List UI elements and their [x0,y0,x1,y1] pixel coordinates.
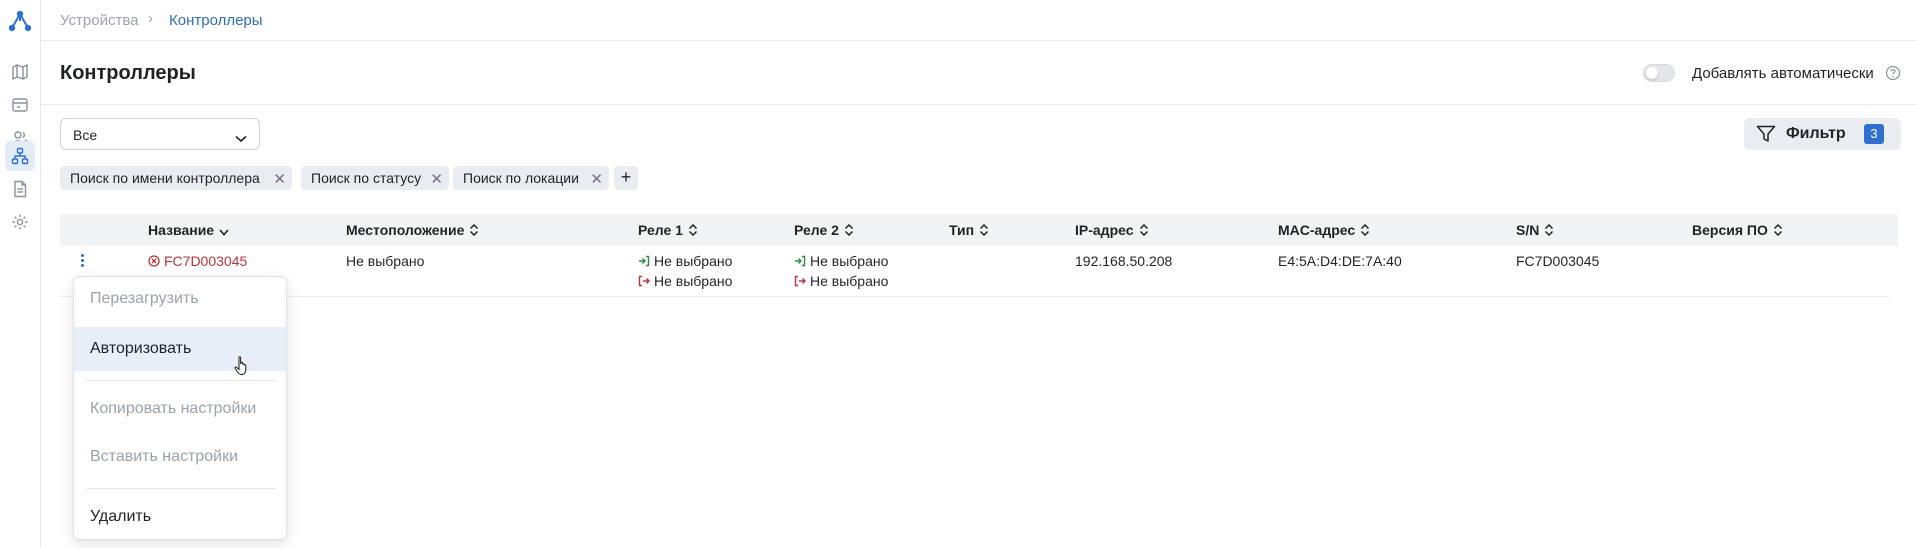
table-cell-location: Не выбрано [346,253,425,269]
chip-label: Поиск по локации [463,170,579,186]
close-icon[interactable]: ✕ [590,170,603,188]
sort-icon [1545,223,1554,237]
filter-button-label: Фильтр [1786,125,1846,142]
sort-icon [470,223,479,237]
sort-icon [1361,223,1370,237]
column-header-relay1[interactable]: Реле 1 [638,222,698,238]
column-header-firmware[interactable]: Версия ПО [1692,222,1783,238]
column-header-location[interactable]: Местоположение [346,222,479,238]
breadcrumb: Устройства › Контроллеры [40,0,1917,41]
menu-item-authorize[interactable]: Авторизовать [74,327,286,371]
table-cell-relay1-in: Не выбрано [638,253,732,269]
chevron-down-icon [235,130,247,146]
breadcrumb-devices-link[interactable]: Устройства [60,12,138,29]
breadcrumb-current: Контроллеры [169,12,263,29]
sort-desc-icon [219,229,229,236]
column-header-sn[interactable]: S/N [1516,222,1554,238]
filter-count-badge: 3 [1864,124,1884,144]
nav-settings-icon[interactable] [5,207,35,237]
error-status-icon [148,255,160,267]
relay-in-icon [795,255,806,267]
table-cell-relay2-out: Не выбрано [794,273,888,289]
table-cell-ip: 192.168.50.208 [1075,253,1173,269]
table-row-name[interactable]: FC7D003045 [148,253,247,269]
table-header: Название Местоположение Реле 1 Реле 2 Ти… [60,214,1898,246]
menu-divider [86,380,276,381]
auto-add-label: Добавлять автоматически [1692,65,1874,82]
menu-item-copy-settings[interactable]: Копировать настройки [74,387,286,431]
table-cell-relay1-out: Не выбрано [638,273,732,289]
row-divider [60,296,1890,297]
nav-controllers-icon[interactable] [5,141,35,171]
auto-add-toggle[interactable] [1643,64,1675,82]
column-header-mac[interactable]: MAC-адрес [1278,222,1370,238]
row-actions-kebab-icon[interactable] [80,254,86,270]
filter-button[interactable]: Фильтр 3 [1744,118,1901,150]
column-header-relay2[interactable]: Реле 2 [794,222,854,238]
hand-cursor-icon [234,356,250,379]
breadcrumb-separator: › [148,10,153,27]
nav-devices-icon[interactable] [5,90,35,120]
chip-label: Поиск по статусу [311,170,422,186]
page-title: Контроллеры [60,62,196,84]
menu-item-paste-settings[interactable]: Вставить настройки [74,435,286,479]
nav-map-icon[interactable] [5,57,35,87]
relay-in-icon [639,255,650,267]
column-header-name[interactable]: Название [148,222,229,238]
column-header-type[interactable]: Тип [949,222,989,238]
sort-icon [844,223,853,237]
column-header-ip[interactable]: IP-адрес [1075,222,1149,238]
status-select[interactable]: Все [60,118,260,150]
chip-location[interactable]: Поиск по локации ✕ [453,166,609,190]
filter-funnel-icon [1756,125,1776,146]
chip-controller-name[interactable]: Поиск по имени контроллера ✕ [60,166,292,190]
left-nav-rail [0,0,41,548]
add-filter-button[interactable]: + [614,166,638,190]
sort-icon [1773,223,1782,237]
menu-item-reboot[interactable]: Перезагрузить [74,277,286,321]
nav-reports-icon[interactable] [5,174,35,204]
row-context-menu: Перезагрузить Авторизовать Копировать на… [73,276,287,540]
menu-divider [86,488,276,489]
relay-out-icon [794,275,806,287]
chip-status[interactable]: Поиск по статусу ✕ [301,166,449,190]
status-select-value: Все [73,127,98,143]
relay-out-icon [638,275,650,287]
sort-icon [688,223,697,237]
table-cell-relay2-in: Не выбрано [794,253,888,269]
menu-item-delete[interactable]: Удалить [74,495,286,539]
header-divider [40,104,1917,105]
sort-icon [1139,223,1148,237]
close-icon[interactable]: ✕ [430,170,443,188]
app-logo-icon[interactable] [7,8,33,34]
sort-icon [980,223,989,237]
help-icon[interactable] [1885,65,1901,84]
table-cell-mac: E4:5A:D4:DE:7A:40 [1278,253,1402,269]
table-cell-sn: FC7D003045 [1516,253,1600,269]
chip-label: Поиск по имени контроллера [70,170,260,186]
close-icon[interactable]: ✕ [273,170,286,188]
